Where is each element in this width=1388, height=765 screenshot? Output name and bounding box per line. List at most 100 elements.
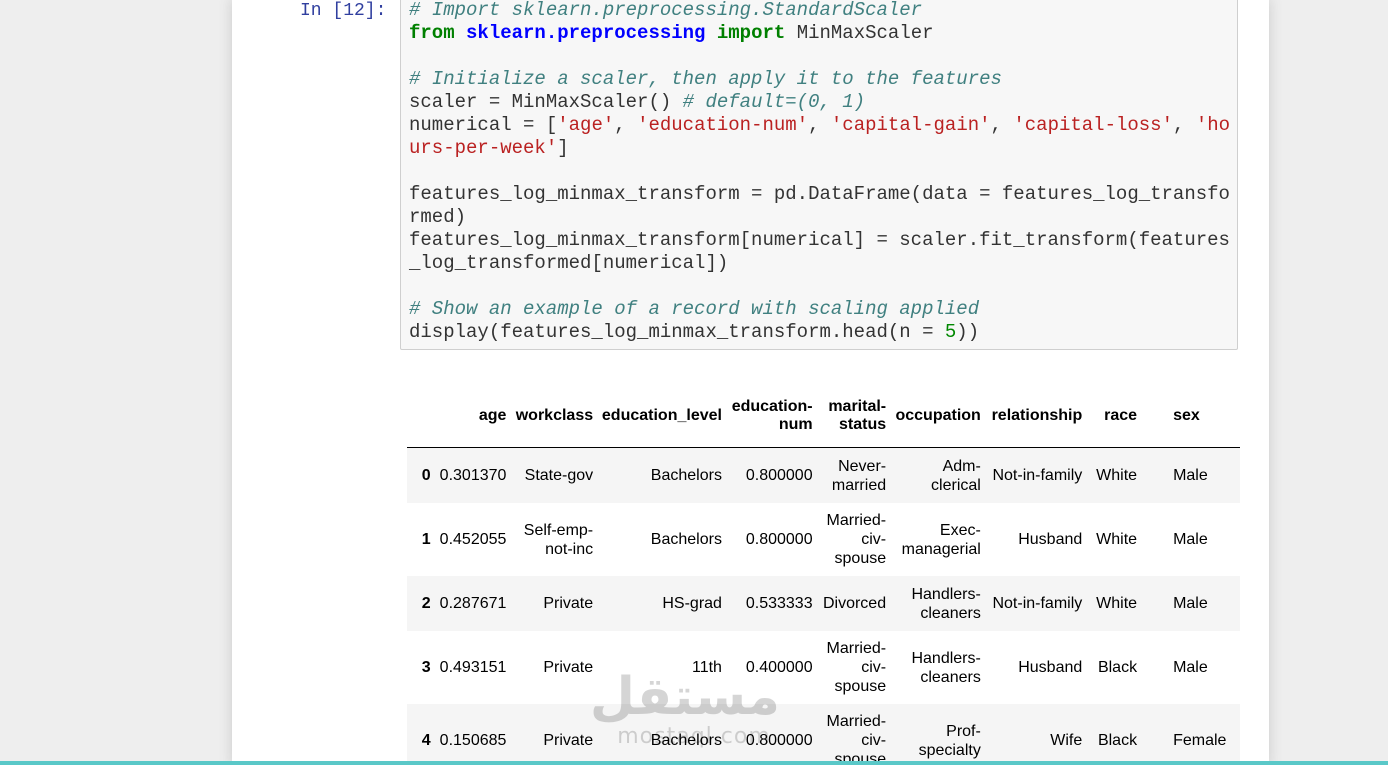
- header-marital-status: marital-status: [820, 385, 895, 448]
- code-line[interactable]: scaler = MinMaxScaler() # default=(0, 1): [409, 91, 865, 113]
- code-token-keyword: from: [409, 22, 455, 44]
- header-occupation: occupation: [894, 385, 989, 448]
- cell-workclass: Private: [543, 732, 594, 749]
- cell-marital-status: Married-civ-spouse: [826, 713, 887, 765]
- cell-marital-status: Divorced: [822, 595, 887, 612]
- cell-education-level: Bachelors: [650, 531, 722, 548]
- cell-relationship: Husband: [1018, 659, 1083, 676]
- cell-relationship: Not-in-family: [992, 595, 1083, 612]
- code-token-string: 'ho: [1195, 114, 1231, 136]
- cell-race: White: [1096, 595, 1138, 612]
- header-workclass: workclass: [514, 385, 602, 448]
- cell-prompt: In [12]:: [300, 1, 387, 21]
- row-index: 4: [421, 732, 431, 749]
- code-token-plain: ,: [808, 114, 831, 136]
- code-token-string: 'age': [557, 114, 615, 136]
- cell-education-num: 0.533333: [745, 595, 813, 612]
- cell-sex: Male: [1173, 659, 1208, 676]
- header-age: age: [438, 385, 515, 448]
- code-token-plain: scaler = MinMaxScaler(): [409, 91, 683, 113]
- code-line[interactable]: rmed): [409, 206, 466, 228]
- code-line[interactable]: # Show an example of a record with scali…: [409, 298, 979, 320]
- cell-relationship: Husband: [1018, 531, 1083, 548]
- table-row: 4 0.150685 Private Bachelors 0.800000 Ma…: [407, 704, 1240, 765]
- row-index: 1: [421, 531, 431, 548]
- code-token-module: sklearn.preprocessing: [466, 22, 706, 44]
- code-token-plain: display(features_log_minmax_transform.he…: [409, 321, 945, 343]
- table-row: 0 0.301370 State-gov Bachelors 0.800000 …: [407, 447, 1240, 503]
- code-token-plain: ,: [990, 114, 1014, 136]
- code-text[interactable]: # Import sklearn.preprocessing.StandardS…: [401, 0, 1237, 344]
- cell-relationship: Not-in-family: [992, 467, 1083, 484]
- cell-sex: Male: [1173, 531, 1208, 548]
- cell-occupation: Adm-clerical: [931, 457, 981, 494]
- header-education-level: education_level: [601, 385, 730, 448]
- cell-relationship: Wife: [1050, 732, 1083, 749]
- code-token-keyword: import: [716, 22, 786, 44]
- cell-workclass: Private: [543, 659, 594, 676]
- code-token-string: 'capital-loss': [1013, 114, 1173, 136]
- cell-age: 0.452055: [439, 531, 507, 548]
- cell-education-num: 0.800000: [745, 467, 813, 484]
- code-line[interactable]: display(features_log_minmax_transform.he…: [409, 321, 979, 343]
- code-token-plain: ,: [614, 114, 638, 136]
- cell-marital-status: Never-married: [831, 457, 887, 494]
- header-relationship: relationship: [988, 385, 1091, 448]
- cell-age: 0.150685: [439, 732, 507, 749]
- header-sex: sex: [1145, 385, 1240, 448]
- code-line[interactable]: from sklearn.preprocessing import MinMax…: [409, 22, 934, 44]
- cell-occupation: Prof-specialty: [918, 722, 981, 759]
- cell-age: 0.301370: [439, 467, 507, 484]
- watermark-logo: مستقل mostaql.com: [589, 667, 780, 749]
- cell-occupation: Handlers-cleaners: [911, 649, 981, 686]
- cell-race: White: [1096, 531, 1138, 548]
- cell-sex: Male: [1173, 595, 1208, 612]
- code-token-plain: numerical = [: [409, 114, 558, 136]
- code-token-comment: # Import sklearn.preprocessing.StandardS…: [409, 0, 923, 21]
- bottom-accent-bar: [0, 761, 1388, 765]
- code-line[interactable]: features_log_minmax_transform[numerical]…: [409, 229, 1230, 251]
- code-line[interactable]: features_log_minmax_transform = pd.DataF…: [409, 183, 1230, 205]
- code-token-string: 'education-num': [637, 114, 809, 136]
- code-line[interactable]: urs-per-week']: [409, 137, 569, 159]
- cell-occupation: Exec-managerial: [901, 521, 981, 558]
- header-index: [407, 385, 439, 448]
- code-token-plain: features_log_minmax_transform = pd.DataF…: [409, 183, 1230, 205]
- cell-education-level: Bachelors: [650, 467, 722, 484]
- code-editor[interactable]: # Import sklearn.preprocessing.StandardS…: [400, 0, 1238, 350]
- table-row: 2 0.287671 Private HS-grad 0.533333 Divo…: [407, 576, 1240, 631]
- code-line[interactable]: _log_transformed[numerical]): [409, 252, 728, 274]
- watermark-arabic: مستقل: [589, 667, 780, 727]
- code-line[interactable]: # Initialize a scaler, then apply it to …: [409, 68, 1002, 90]
- code-token-string: urs-per-week': [409, 137, 558, 159]
- code-token-plain: _log_transformed[numerical]): [409, 252, 729, 274]
- dataframe-table: age workclass education_level education-…: [407, 385, 1240, 765]
- cell-marital-status: Married-civ-spouse: [826, 512, 887, 567]
- cell-workclass: Private: [543, 595, 594, 612]
- code-token-plain: ]: [557, 137, 569, 159]
- table-row: 1 0.452055 Self-emp-not-inc Bachelors 0.…: [407, 503, 1240, 576]
- row-index: 3: [421, 659, 431, 676]
- code-token-number: 5: [944, 321, 957, 343]
- header-race: race: [1090, 385, 1146, 448]
- cell-sex: Female: [1173, 732, 1227, 749]
- cell-marital-status: Married-civ-spouse: [826, 640, 887, 695]
- code-token-plain: ,: [1173, 114, 1196, 136]
- cell-age: 0.287671: [439, 595, 507, 612]
- code-token-plain: )): [956, 321, 980, 343]
- code-line[interactable]: numerical = ['age', 'education-num', 'ca…: [409, 114, 1230, 136]
- watermark-latin: mostaql.com: [617, 724, 771, 749]
- code-line[interactable]: # Import sklearn.preprocessing.StandardS…: [409, 0, 922, 21]
- cell-workclass: State-gov: [524, 467, 594, 484]
- cell-workclass: Self-emp-not-inc: [523, 521, 594, 558]
- code-token-comment: # Show an example of a record with scali…: [409, 298, 980, 320]
- row-index: 2: [421, 595, 431, 612]
- cell-sex: Male: [1173, 467, 1208, 484]
- code-token-comment: # default=(0, 1): [682, 91, 866, 113]
- code-token-plain: rmed): [409, 206, 467, 228]
- code-token-comment: # Initialize a scaler, then apply it to …: [409, 68, 1002, 90]
- header-education-num: education-num: [729, 385, 821, 448]
- table-header-row: age workclass education_level education-…: [407, 385, 1240, 448]
